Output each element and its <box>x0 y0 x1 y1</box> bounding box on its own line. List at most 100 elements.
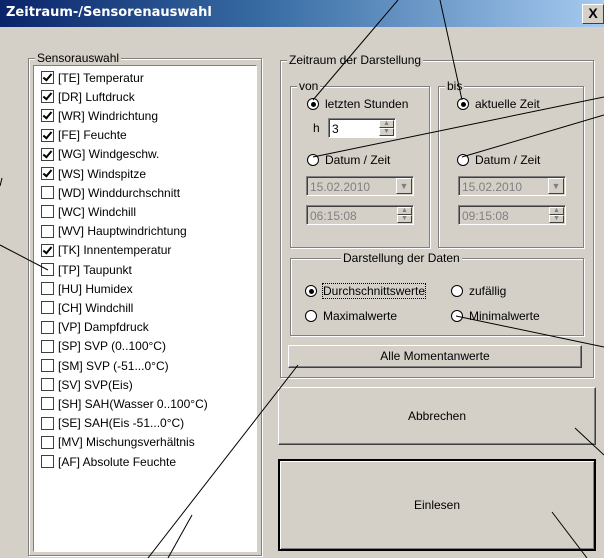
sensor-label: [WS] Windspitze <box>58 166 147 181</box>
last-hours-radio[interactable]: letzten Stunden <box>307 97 408 111</box>
spin-down-icon[interactable]: ▼ <box>379 128 394 136</box>
to-datetime-radio-circle <box>457 154 469 166</box>
checkbox-box[interactable] <box>41 186 54 200</box>
checkbox-box[interactable] <box>41 397 54 411</box>
checkbox-box[interactable] <box>41 378 54 392</box>
sensor-checkbox[interactable]: [WC] Windchill <box>41 203 136 220</box>
sensor-label: [VP] Dampfdruck <box>58 320 149 335</box>
min-label: Minimalwerte <box>469 309 540 323</box>
last-hours-radio-circle <box>307 98 319 110</box>
sensor-checkbox[interactable]: [SP] SVP (0..100°C) <box>41 338 166 355</box>
sensor-checkbox[interactable]: [TE] Temperatur <box>41 69 144 86</box>
sensor-checkbox[interactable]: [WV] Hauptwindrichtung <box>41 223 187 240</box>
spin-up-icon[interactable]: ▲ <box>397 207 412 215</box>
hours-prefix-label: h <box>313 121 320 135</box>
sensor-checkbox[interactable]: [WS] Windspitze <box>41 165 146 182</box>
min-radio-circle <box>451 310 463 322</box>
checkbox-box[interactable] <box>41 359 54 372</box>
sensor-checkbox[interactable]: [VP] Dampfdruck <box>41 319 149 336</box>
sensor-checkbox[interactable]: [CH] Windchill <box>41 299 133 316</box>
from-group-label: von <box>297 79 321 93</box>
checkbox-box[interactable] <box>41 90 54 104</box>
checkbox-box[interactable] <box>41 224 54 238</box>
sensor-checkbox[interactable]: [WG] Windgeschw. <box>41 146 159 163</box>
checkbox-box[interactable] <box>41 71 54 84</box>
from-date-picker[interactable]: 15.02.2010 ▼ <box>306 176 414 196</box>
chevron-down-icon[interactable]: ▼ <box>396 178 412 194</box>
sensor-checkbox[interactable]: [MV] Mischungsverhältnis <box>41 434 195 451</box>
to-datetime-label: Datum / Zeit <box>475 153 541 167</box>
sensor-label: [WG] Windgeschw. <box>58 147 160 162</box>
sensor-checkbox[interactable]: [DR] Luftdruck <box>41 88 135 105</box>
checkbox-box[interactable] <box>41 435 54 449</box>
close-button[interactable]: X <box>582 4 604 24</box>
to-group-label: bis <box>445 79 465 93</box>
hours-input[interactable]: 3 ▲ ▼ <box>328 118 396 138</box>
sensor-checkbox[interactable]: [SE] SAH(Eis -51...0°C) <box>41 415 184 432</box>
min-radio[interactable]: Minimalwerte <box>451 309 540 323</box>
current-time-radio-circle <box>457 98 469 110</box>
checkbox-box[interactable] <box>41 320 54 334</box>
sensor-label: [WR] Windrichtung <box>58 108 159 123</box>
sensor-list: [TE] Temperatur [DR] Luftdruck [WR] Windri… <box>33 65 257 552</box>
spin-up-icon[interactable]: ▲ <box>379 120 394 128</box>
sensor-label: [SP] SVP (0..100°C) <box>58 339 166 354</box>
max-radio-circle <box>305 310 317 322</box>
random-radio[interactable]: zufällig <box>451 284 506 298</box>
sensor-checkbox[interactable]: [WD] Winddurchschnitt <box>41 184 180 201</box>
hours-stepper[interactable]: ▲ ▼ <box>379 120 394 136</box>
sensor-label: [MV] Mischungsverhältnis <box>58 435 195 450</box>
sensor-label: [SV] SVP(Eis) <box>58 377 133 392</box>
from-time-input[interactable]: 06:15:08 ▲ ▼ <box>306 205 414 225</box>
hours-input-value: 3 <box>332 122 339 136</box>
average-radio[interactable]: Durchschnittswerte <box>305 283 427 299</box>
from-time-value: 06:15:08 <box>310 209 357 223</box>
sensor-checkbox[interactable]: [HU] Humidex <box>41 280 133 297</box>
checkbox-box[interactable] <box>41 243 54 257</box>
sensor-group-label: Sensorauswahl <box>35 51 122 65</box>
sensor-checkbox[interactable]: [FE] Feuchte <box>41 127 127 144</box>
to-date-value: 15.02.2010 <box>462 180 523 194</box>
all-current-values-button[interactable]: Alle Momentanwerte <box>288 345 582 368</box>
checkbox-box[interactable] <box>41 205 54 219</box>
sensor-checkbox[interactable]: [TK] Innentemperatur <box>41 242 171 259</box>
spin-down-icon[interactable]: ▼ <box>397 215 412 223</box>
to-date-picker[interactable]: 15.02.2010 ▼ <box>458 176 566 196</box>
sensor-label: [WD] Winddurchschnitt <box>58 185 181 200</box>
spin-down-icon[interactable]: ▼ <box>549 215 564 223</box>
max-label: Maximalwerte <box>323 309 398 323</box>
to-time-input[interactable]: 09:15:08 ▲ ▼ <box>458 205 566 225</box>
checkbox-box[interactable] <box>41 301 54 315</box>
sensor-checkbox[interactable]: [TP] Taupunkt <box>41 261 132 278</box>
sensor-label: [WV] Hauptwindrichtung <box>58 224 187 239</box>
sensor-checkbox[interactable]: [AF] Absolute Feuchte <box>41 453 176 470</box>
load-button[interactable]: Einlesen <box>278 459 596 551</box>
chevron-down-icon[interactable]: ▼ <box>548 178 564 194</box>
checkbox-box[interactable] <box>41 282 54 296</box>
from-datetime-label: Datum / Zeit <box>325 153 391 167</box>
title-bar[interactable]: Zeitraum-/Sensorenauswahl X <box>0 0 604 27</box>
from-time-stepper[interactable]: ▲ ▼ <box>397 207 412 223</box>
sensor-checkbox[interactable]: [SH] SAH(Wasser 0..100°C) <box>41 395 208 412</box>
average-radio-circle <box>305 285 317 297</box>
current-time-radio[interactable]: aktuelle Zeit <box>457 97 540 111</box>
sensor-checkbox[interactable]: [SM] SVP (-51...0°C) <box>41 357 169 374</box>
checkbox-box[interactable] <box>41 339 54 353</box>
cancel-button[interactable]: Abbrechen <box>278 387 596 445</box>
from-datetime-radio[interactable]: Datum / Zeit <box>307 153 390 167</box>
current-time-label: aktuelle Zeit <box>475 97 540 111</box>
to-time-stepper[interactable]: ▲ ▼ <box>549 207 564 223</box>
checkbox-box[interactable] <box>41 455 54 468</box>
max-radio[interactable]: Maximalwerte <box>305 309 397 323</box>
spin-up-icon[interactable]: ▲ <box>549 207 564 215</box>
checkbox-box[interactable] <box>41 263 54 276</box>
checkbox-box[interactable] <box>41 128 54 142</box>
sensor-checkbox[interactable]: [WR] Windrichtung <box>41 107 158 124</box>
checkbox-box[interactable] <box>41 109 54 123</box>
sensor-checkbox[interactable]: [SV] SVP(Eis) <box>41 376 133 393</box>
checkbox-box[interactable] <box>41 167 54 180</box>
sensor-label: [FE] Feuchte <box>58 128 127 143</box>
to-datetime-radio[interactable]: Datum / Zeit <box>457 153 540 167</box>
checkbox-box[interactable] <box>41 147 54 161</box>
checkbox-box[interactable] <box>41 416 54 430</box>
